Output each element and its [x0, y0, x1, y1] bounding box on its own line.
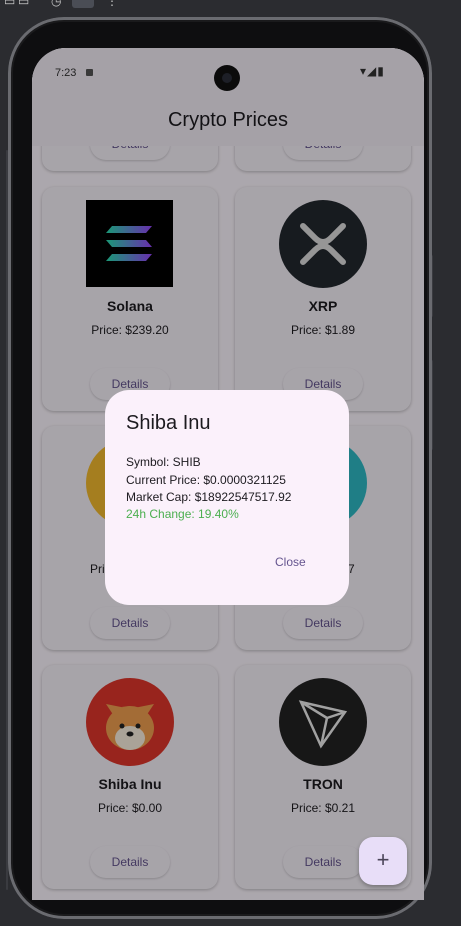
- dialog-symbol: Symbol: SHIB: [126, 455, 201, 469]
- more-icon[interactable]: ⋮: [106, 0, 118, 8]
- close-button[interactable]: Close: [275, 555, 306, 569]
- dialog-market-cap: Market Cap: $18922547517.92: [126, 490, 292, 504]
- dialog-24h-change: 24h Change: 19.40%: [126, 507, 239, 521]
- dialog-current-price: Current Price: $0.0000321125: [126, 473, 286, 487]
- ide-bottom-bar: [0, 919, 461, 926]
- phone-screen: 7:23 ▾◢▮ Crypto Prices Details Details: [32, 48, 424, 900]
- layout-icon[interactable]: ▭: [4, 0, 15, 8]
- history-icon[interactable]: ◷: [51, 0, 61, 8]
- ide-toolbar: ▭ ▭ ◷ ⋮: [0, 0, 461, 8]
- phone-frame: 7:23 ▾◢▮ Crypto Prices Details Details: [8, 17, 432, 919]
- coin-details-dialog: Shiba Inu Symbol: SHIB Current Price: $0…: [105, 390, 349, 605]
- add-button[interactable]: +: [359, 837, 407, 885]
- device-toggle-icon[interactable]: [72, 0, 94, 8]
- dialog-title: Shiba Inu: [126, 412, 211, 434]
- camera-icon[interactable]: ▭: [18, 0, 29, 8]
